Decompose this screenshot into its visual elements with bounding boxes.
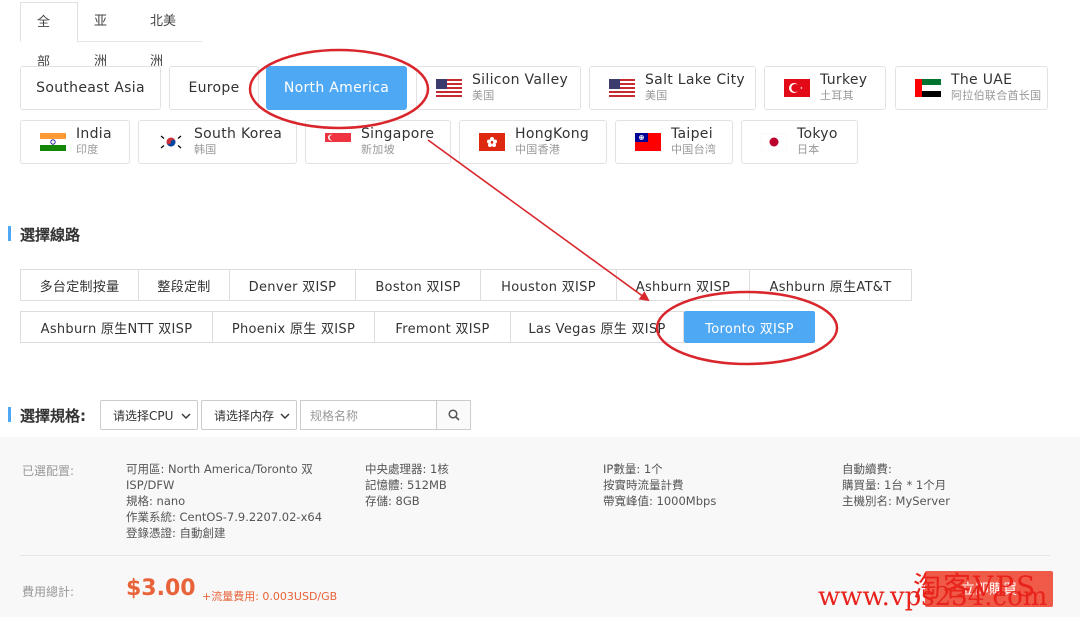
route-segment-custom[interactable]: 整段定制 bbox=[138, 269, 230, 301]
watermark-url: www.vps234.com bbox=[818, 582, 1048, 612]
chevron-down-icon bbox=[280, 410, 290, 424]
region-taipei[interactable]: Taipei 中国台湾 bbox=[615, 120, 733, 164]
config-line: 購買量: 1台 * 1个月 bbox=[842, 478, 947, 492]
japan-flag-icon bbox=[761, 133, 787, 151]
region-silicon-valley[interactable]: Silicon Valley 美国 bbox=[416, 66, 581, 110]
tab-all[interactable]: 全部 bbox=[20, 2, 78, 70]
route-boston[interactable]: Boston 双ISP bbox=[355, 269, 481, 301]
taiwan-flag-icon bbox=[635, 133, 661, 151]
region-tokyo[interactable]: Tokyo 日本 bbox=[741, 120, 858, 164]
hongkong-flag-icon bbox=[479, 133, 505, 151]
region-label: Taipei bbox=[671, 126, 713, 142]
singapore-flag-icon bbox=[325, 133, 351, 151]
config-line: 可用區: North America/Toronto 双 bbox=[126, 462, 313, 476]
config-line: 登錄憑證: 自動創建 bbox=[126, 526, 226, 540]
memory-select-value: 请选择内存 bbox=[214, 408, 275, 423]
config-line: 記憶體: 512MB bbox=[365, 478, 447, 492]
total-label: 費用總計: bbox=[22, 585, 75, 599]
region-label: North America bbox=[283, 80, 390, 96]
region-sublabel: 日本 bbox=[797, 143, 820, 156]
region-label: Silicon Valley bbox=[472, 72, 569, 88]
region-sublabel: 美国 bbox=[472, 89, 495, 102]
config-column-1: 可用區: North America/Toronto 双 ISP/DFW 規格:… bbox=[126, 461, 336, 541]
config-line: 主機別名: MyServer bbox=[842, 494, 950, 508]
memory-select[interactable]: 请选择内存 bbox=[201, 400, 297, 430]
cpu-select-value: 请选择CPU bbox=[113, 408, 174, 423]
region-south-korea[interactable]: South Korea 韩国 bbox=[138, 120, 297, 164]
total-price: $3.00 bbox=[126, 576, 196, 601]
config-line: 作業系統: CentOS-7.9.2207.02-x64 bbox=[126, 510, 323, 524]
config-line: 自動續費: bbox=[842, 462, 892, 476]
traffic-fee: +流量費用: 0.003USD/GB bbox=[202, 590, 338, 603]
region-southeast-asia[interactable]: Southeast Asia bbox=[20, 66, 161, 110]
search-placeholder: 规格名称 bbox=[310, 408, 359, 423]
spec-section-title: 選擇規格: bbox=[8, 405, 86, 426]
route-denver[interactable]: Denver 双ISP bbox=[229, 269, 356, 301]
region-label: Singapore bbox=[361, 126, 435, 142]
region-label: Salt Lake City bbox=[645, 72, 745, 88]
us-flag-icon bbox=[436, 79, 462, 97]
region-sublabel: 土耳其 bbox=[820, 89, 854, 102]
spec-search-input[interactable]: 规格名称 bbox=[300, 400, 437, 430]
config-line: 存儲: 8GB bbox=[365, 494, 420, 508]
route-fremont[interactable]: Fremont 双ISP bbox=[374, 311, 511, 343]
region-uae[interactable]: The UAE 阿拉伯联合酋长国 bbox=[895, 66, 1048, 110]
region-label: South Korea bbox=[194, 126, 283, 142]
route-multi-custom[interactable]: 多台定制按量 bbox=[20, 269, 139, 301]
region-label: HongKong bbox=[515, 126, 590, 142]
region-salt-lake-city[interactable]: Salt Lake City 美国 bbox=[589, 66, 756, 110]
config-column-2: 中央處理器: 1核 記憶體: 512MB 存儲: 8GB bbox=[365, 461, 449, 509]
region-sublabel: 美国 bbox=[645, 89, 668, 102]
region-sublabel: 中国台湾 bbox=[671, 143, 717, 156]
region-sublabel: 中国香港 bbox=[515, 143, 561, 156]
route-toronto[interactable]: Toronto 双ISP bbox=[684, 311, 815, 343]
region-sublabel: 阿拉伯联合酋长国 bbox=[951, 89, 1042, 102]
india-flag-icon bbox=[40, 133, 66, 151]
cpu-select[interactable]: 请选择CPU bbox=[100, 400, 198, 430]
region-label: India bbox=[76, 126, 112, 142]
region-europe[interactable]: Europe bbox=[169, 66, 259, 110]
region-turkey[interactable]: Turkey 土耳其 bbox=[764, 66, 886, 110]
search-button[interactable] bbox=[436, 400, 471, 430]
region-label: The UAE bbox=[951, 72, 1013, 88]
route-ashburn[interactable]: Ashburn 双ISP bbox=[616, 269, 750, 301]
route-las-vegas[interactable]: Las Vegas 原生 双ISP bbox=[510, 311, 684, 343]
route-houston[interactable]: Houston 双ISP bbox=[480, 269, 617, 301]
south-korea-flag-icon bbox=[158, 133, 184, 151]
config-line: IP數量: 1个 bbox=[603, 462, 663, 476]
route-ashburn-ntt[interactable]: Ashburn 原生NTT 双ISP bbox=[20, 311, 213, 343]
region-label: Turkey bbox=[820, 72, 868, 88]
config-line: 中央處理器: 1核 bbox=[365, 462, 449, 476]
region-label: Tokyo bbox=[797, 126, 838, 142]
route-phoenix[interactable]: Phoenix 原生 双ISP bbox=[212, 311, 375, 343]
region-tabs: 全部 亚洲 北美洲 bbox=[20, 2, 202, 70]
turkey-flag-icon bbox=[784, 79, 810, 97]
tab-asia[interactable]: 亚洲 bbox=[78, 2, 134, 69]
config-line: 規格: nano bbox=[126, 494, 186, 508]
region-sublabel: 印度 bbox=[76, 143, 99, 156]
us-flag-icon bbox=[609, 79, 635, 97]
divider bbox=[20, 555, 1050, 556]
config-line: 帶寬峰值: 1000Mbps bbox=[603, 494, 717, 508]
selected-config-label: 已選配置: bbox=[22, 464, 75, 478]
region-india[interactable]: India 印度 bbox=[20, 120, 130, 164]
region-north-america[interactable]: North America bbox=[266, 66, 407, 110]
config-line: 按實時流量計費 bbox=[603, 478, 684, 492]
config-column-4: 自動續費: 購買量: 1台 * 1个月 主機別名: MyServer bbox=[842, 461, 950, 509]
region-label: Europe bbox=[188, 80, 240, 96]
tab-north-america[interactable]: 北美洲 bbox=[134, 2, 202, 69]
region-singapore[interactable]: Singapore 新加坡 bbox=[305, 120, 451, 164]
config-column-3: IP數量: 1个 按實時流量計費 帶寬峰值: 1000Mbps bbox=[603, 461, 716, 509]
route-section-title: 選擇線路 bbox=[8, 224, 80, 245]
route-ashburn-att[interactable]: Ashburn 原生AT&T bbox=[749, 269, 912, 301]
region-label: Southeast Asia bbox=[36, 80, 145, 96]
uae-flag-icon bbox=[915, 79, 941, 97]
region-sublabel: 韩国 bbox=[194, 143, 217, 156]
region-sublabel: 新加坡 bbox=[361, 143, 395, 156]
search-icon bbox=[447, 406, 460, 425]
config-line: ISP/DFW bbox=[126, 478, 175, 492]
region-hongkong[interactable]: HongKong 中国香港 bbox=[459, 120, 607, 164]
chevron-down-icon bbox=[181, 410, 191, 424]
